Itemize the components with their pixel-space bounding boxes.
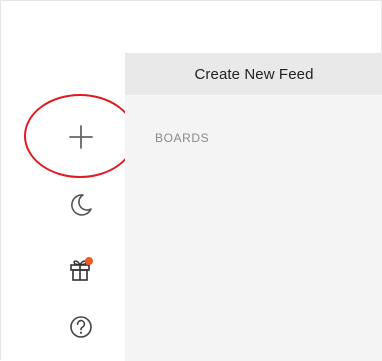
moon-icon bbox=[71, 194, 92, 216]
help-icon bbox=[70, 316, 92, 338]
plus-icon bbox=[69, 125, 93, 149]
gift-icon bbox=[70, 257, 93, 281]
panel-title: Create New Feed bbox=[194, 65, 314, 83]
sidebar bbox=[1, 1, 136, 361]
add-button[interactable] bbox=[57, 113, 105, 161]
create-feed-panel: Create New Feed BOARDS bbox=[125, 53, 382, 361]
gift-button[interactable] bbox=[57, 245, 105, 293]
panel-header: Create New Feed bbox=[125, 53, 382, 95]
app-window: Create New Feed BOARDS bbox=[0, 0, 382, 361]
night-mode-button[interactable] bbox=[57, 181, 105, 229]
help-button[interactable] bbox=[57, 303, 105, 351]
notification-dot bbox=[85, 257, 93, 265]
boards-section-label: BOARDS bbox=[155, 131, 210, 145]
